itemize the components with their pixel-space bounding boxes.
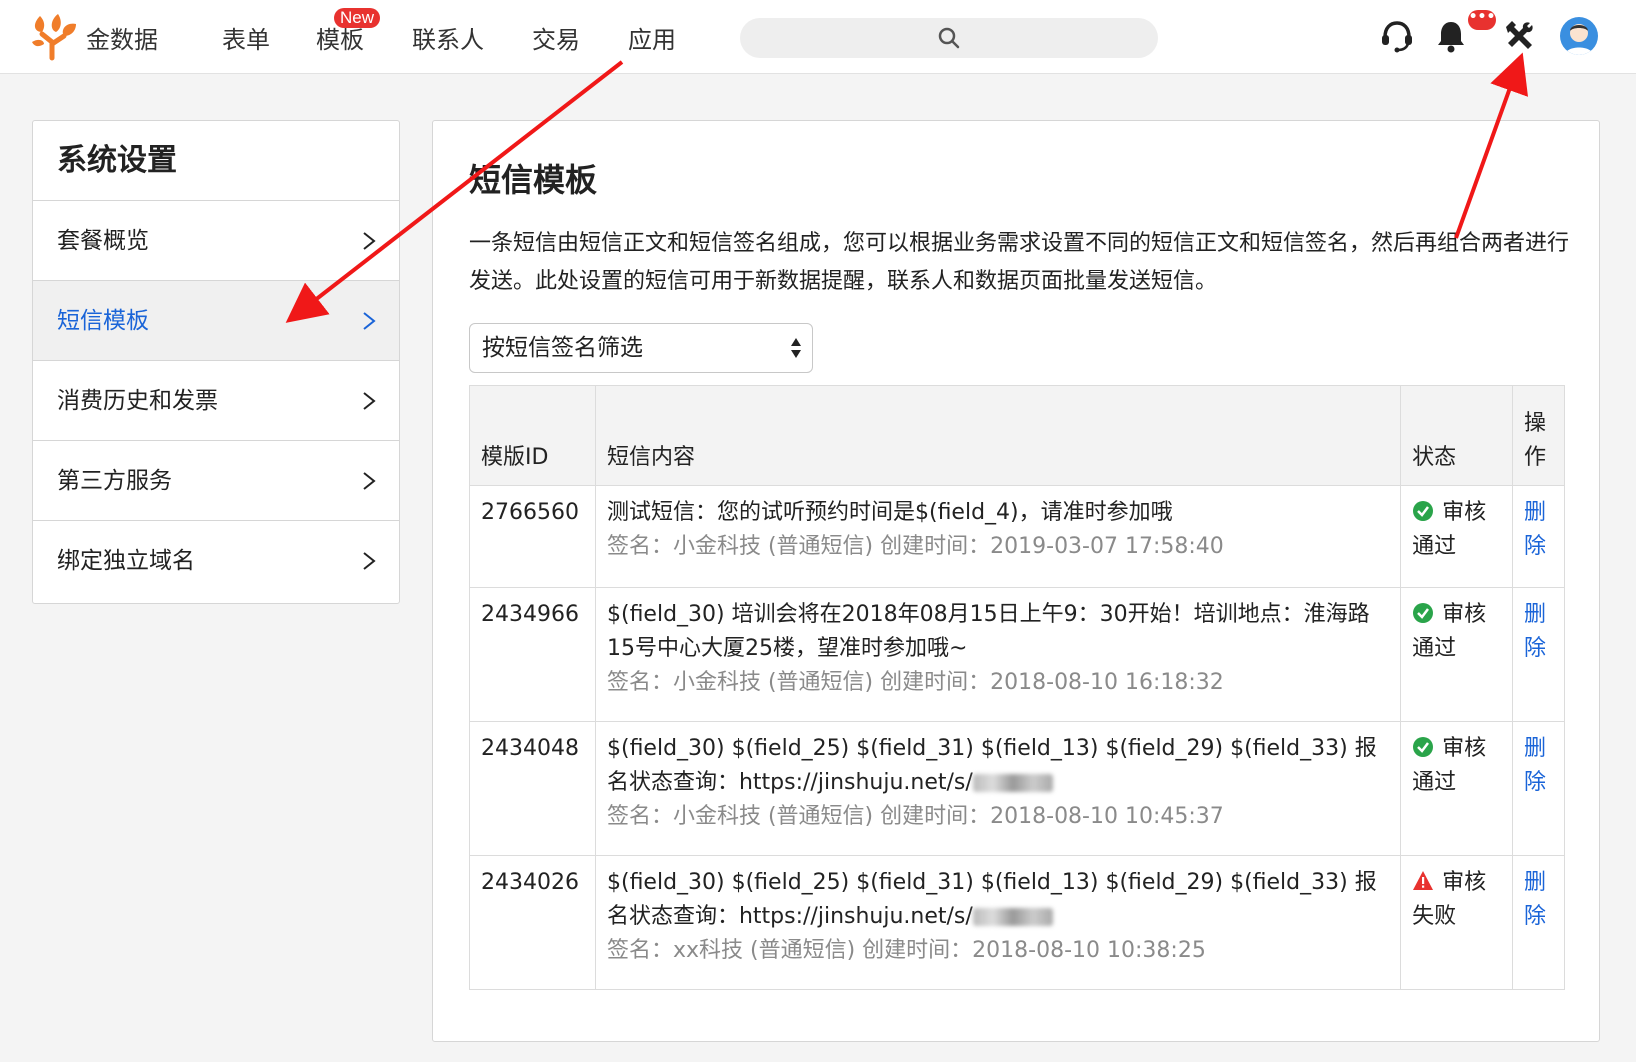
sms-content: $(field_30) 培训会将在2018年08月15日上午9：30开始！培训地… (606, 602, 1370, 661)
cell-status: 审核失败 (1400, 855, 1513, 990)
select-arrows-icon (791, 338, 801, 358)
page-description: 一条短信由短信正文和短信签名组成，您可以根据业务需求设置不同的短信正文和短信签名… (469, 231, 1570, 294)
col-header-status: 状态 (1400, 385, 1513, 486)
search-input[interactable] (740, 18, 1158, 58)
user-avatar-icon (1565, 24, 1593, 55)
delete-link[interactable]: 删除 (1524, 870, 1546, 929)
nav-forms[interactable]: 表单 (222, 20, 270, 55)
bell-icon[interactable] (1432, 17, 1470, 55)
cell-content: $(field_30) $(field_25) $(field_31) $(fi… (594, 855, 1402, 990)
sms-content: $(field_30) $(field_25) $(field_31) $(fi… (606, 870, 1377, 929)
sms-content: $(field_30) $(field_25) $(field_31) $(fi… (606, 736, 1377, 795)
sms-meta: 签名：小金科技 (普通短信) 创建时间：2018-08-10 10:45:37 (606, 804, 1224, 829)
brand-name: 金数据 (86, 25, 158, 54)
table-row: 2766560 测试短信：您的试听预约时间是$(field_4)，请准时参加哦 … (469, 485, 1566, 588)
message-count-badge: ••• (1468, 10, 1496, 30)
sidebar-item-custom-domain[interactable]: 绑定独立域名 (33, 521, 399, 601)
settings-sidebar: 系统设置 套餐概览 短信模板 消费历史和发票 第三方服务 绑定独立域名 (32, 120, 400, 604)
nav-contacts[interactable]: 联系人 (412, 20, 484, 55)
cell-op: 删除 (1511, 587, 1566, 722)
sidebar-item-label: 套餐概览 (57, 228, 149, 254)
col-header-id: 模版ID (469, 385, 596, 486)
table-row: 2434048 $(field_30) $(field_25) $(field_… (469, 721, 1566, 856)
table-row: 2434966 $(field_30) 培训会将在2018年08月15日上午9：… (469, 587, 1566, 722)
sms-templates-panel: 短信模板 一条短信由短信正文和短信签名组成，您可以根据业务需求设置不同的短信正文… (432, 120, 1600, 1042)
chevron-right-icon (363, 392, 376, 410)
cell-id: 2434048 (469, 721, 596, 856)
support-icon[interactable] (1378, 17, 1416, 55)
sidebar-title: 系统设置 (33, 121, 399, 201)
cell-op: 删除 (1511, 485, 1566, 588)
check-circle-icon (1413, 603, 1434, 623)
table-row: 2434026 $(field_30) $(field_25) $(field_… (469, 855, 1566, 990)
chevron-right-icon (363, 552, 376, 570)
select-value: 按短信签名筛选 (482, 335, 643, 361)
sidebar-item-third-party[interactable]: 第三方服务 (33, 441, 399, 521)
chevron-right-icon (363, 232, 376, 250)
sms-meta: 签名：小金科技 (普通短信) 创建时间：2019-03-07 17:58:40 (606, 534, 1224, 559)
sms-meta: 签名：xx科技 (普通短信) 创建时间：2018-08-10 10:38:25 (606, 938, 1206, 963)
cell-id: 2434026 (469, 855, 596, 990)
sidebar-item-sms-templates[interactable]: 短信模板 (33, 281, 399, 361)
chevron-right-icon (363, 312, 376, 330)
cell-id: 2434966 (469, 587, 596, 722)
new-badge: New (334, 8, 381, 28)
col-header-content: 短信内容 (594, 385, 1402, 486)
sidebar-item-plan-overview[interactable]: 套餐概览 (33, 201, 399, 281)
cell-content: $(field_30) 培训会将在2018年08月15日上午9：30开始！培训地… (594, 587, 1402, 722)
sidebar-item-label: 消费历史和发票 (57, 388, 218, 414)
nav-transactions[interactable]: 交易 (532, 20, 580, 55)
check-circle-icon (1413, 501, 1434, 521)
brand-logo[interactable]: 金数据 (30, 12, 158, 62)
logo-icon (32, 14, 76, 61)
page-title: 短信模板 (469, 161, 598, 199)
sidebar-item-billing-history[interactable]: 消费历史和发票 (33, 361, 399, 441)
sidebar-item-label: 短信模板 (57, 308, 149, 334)
redacted-blur (972, 774, 1053, 792)
cell-status: 审核通过 (1400, 587, 1513, 722)
nav-apps[interactable]: 应用 (628, 20, 676, 55)
cell-content: $(field_30) $(field_25) $(field_31) $(fi… (594, 721, 1402, 856)
templates-table: 模版ID 短信内容 状态 操作 2766560 测试短信：您的试听预约时间是$(… (469, 385, 1566, 990)
search-icon (938, 27, 960, 49)
avatar[interactable] (1560, 17, 1598, 55)
delete-link[interactable]: 删除 (1524, 602, 1546, 661)
table-header-row: 模版ID 短信内容 状态 操作 (469, 385, 1566, 486)
cell-op: 删除 (1511, 855, 1566, 990)
cell-status: 审核通过 (1400, 721, 1513, 856)
check-circle-icon (1413, 737, 1434, 757)
cell-content: 测试短信：您的试听预约时间是$(field_4)，请准时参加哦 签名：小金科技 … (594, 485, 1402, 588)
redacted-blur (972, 908, 1053, 926)
delete-link[interactable]: 删除 (1524, 736, 1546, 795)
sms-meta: 签名：小金科技 (普通短信) 创建时间：2018-08-10 16:18:32 (606, 670, 1224, 695)
cell-op: 删除 (1511, 721, 1566, 856)
col-header-op: 操作 (1511, 385, 1566, 486)
warning-icon (1413, 871, 1434, 890)
sms-content: 测试短信：您的试听预约时间是$(field_4)，请准时参加哦 (606, 500, 1173, 525)
sidebar-item-label: 绑定独立域名 (57, 548, 195, 574)
chevron-right-icon (363, 472, 376, 490)
top-navbar: 金数据 表单 模板 New 联系人 交易 应用 ••• (0, 0, 1636, 74)
tools-icon[interactable] (1500, 17, 1538, 55)
cell-id: 2766560 (469, 485, 596, 588)
signature-filter-select[interactable]: 按短信签名筛选 (469, 323, 813, 373)
sidebar-item-label: 第三方服务 (57, 468, 172, 494)
cell-status: 审核通过 (1400, 485, 1513, 588)
delete-link[interactable]: 删除 (1524, 500, 1546, 559)
